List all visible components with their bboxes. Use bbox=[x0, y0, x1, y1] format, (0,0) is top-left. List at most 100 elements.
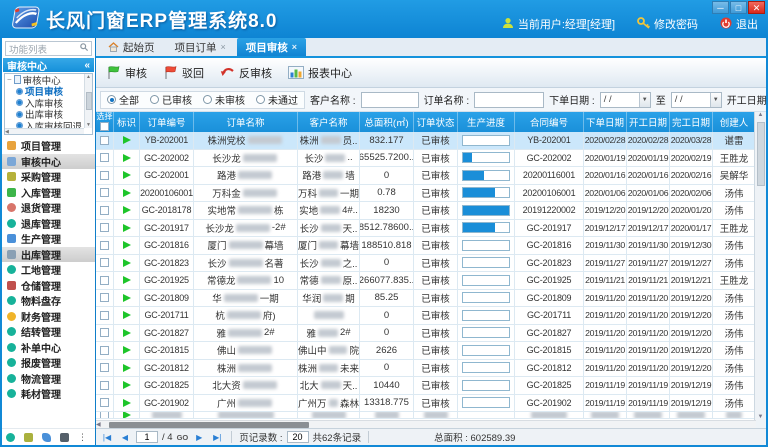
row-checkbox[interactable] bbox=[100, 328, 109, 337]
table-row[interactable]: GC-201815佛山佛山中院2626已审核GC-2018152019/11/2… bbox=[96, 342, 756, 360]
tab-项目审核[interactable]: 项目审核× bbox=[237, 38, 306, 56]
toolbar-button-chart[interactable]: 报表中心 bbox=[288, 65, 352, 81]
table-row[interactable]: GC-201823长沙名著长沙之..0已审核GC-2018232019/11/2… bbox=[96, 255, 756, 273]
page-size-input[interactable] bbox=[287, 431, 309, 443]
radio-icon[interactable] bbox=[203, 95, 212, 104]
scroll-left-icon[interactable]: ◀ bbox=[5, 129, 9, 135]
first-page-button[interactable]: |◀ bbox=[100, 431, 114, 444]
maximize-button[interactable]: □ bbox=[730, 1, 747, 14]
book-icon[interactable] bbox=[60, 433, 69, 442]
row-checkbox[interactable] bbox=[100, 311, 109, 320]
radio-icon[interactable] bbox=[150, 95, 159, 104]
table-row[interactable]: GC-201902广州广州万森林13318.775已审核GC-201902201… bbox=[96, 395, 756, 413]
sidebar-item-building[interactable]: 出库管理 bbox=[2, 247, 95, 263]
chevron-down-icon[interactable]: ▼ bbox=[710, 93, 721, 107]
sidebar-item-dot-teal[interactable]: 退库管理 bbox=[2, 216, 95, 232]
close-button[interactable]: ✕ bbox=[748, 1, 765, 14]
tree-scroll-thumb[interactable] bbox=[86, 92, 92, 110]
sidebar-item-dot-teal[interactable]: 工地管理 bbox=[2, 262, 95, 278]
table-row[interactable]: YB-202001株洲党校株洲员..832.177已审核YB-202001202… bbox=[96, 132, 756, 150]
table-row[interactable]: GC-201925常德龙10常德原..266077.835..已审核GC-201… bbox=[96, 272, 756, 290]
row-checkbox[interactable] bbox=[100, 241, 109, 250]
table-row[interactable]: GC-202002长沙龙长沙..65525.7200..已审核GC-202002… bbox=[96, 150, 756, 168]
sidebar-item-cart-green[interactable]: 入库管理 bbox=[2, 185, 95, 201]
grid-horizontal-scrollbar[interactable]: ◀ bbox=[96, 420, 756, 428]
status-radio-未通过[interactable]: 未通过 bbox=[256, 92, 298, 107]
row-checkbox[interactable] bbox=[100, 188, 109, 197]
table-row[interactable]: 20200106001万科金万科一期0.78已审核202001060012020… bbox=[96, 185, 756, 203]
table-row[interactable]: GC-201816厦门幕墙厦门幕墙188510.818已审核GC-2018162… bbox=[96, 237, 756, 255]
row-checkbox[interactable] bbox=[100, 153, 109, 162]
row-checkbox[interactable] bbox=[100, 171, 109, 180]
row-checkbox[interactable] bbox=[100, 363, 109, 372]
sidebar-item-dot-teal[interactable]: 耗材管理 bbox=[2, 386, 95, 402]
collapse-icon[interactable]: « bbox=[84, 60, 90, 71]
overflow-icon[interactable]: ⋮ bbox=[78, 433, 87, 442]
row-checkbox[interactable] bbox=[100, 381, 109, 390]
function-search-input[interactable]: 功能列表 bbox=[5, 41, 92, 56]
grid-hscroll-thumb[interactable] bbox=[109, 422, 309, 428]
table-row[interactable]: GC-201809华一期华润期85.25已审核GC-2018092019/11/… bbox=[96, 290, 756, 308]
select-all-checkbox[interactable] bbox=[100, 122, 109, 131]
tree-item[interactable]: 入库审核回退 bbox=[5, 120, 84, 128]
scroll-left-icon[interactable]: ◀ bbox=[96, 421, 101, 428]
table-row-partial[interactable] bbox=[96, 412, 756, 419]
grid-vscroll-thumb[interactable] bbox=[757, 122, 765, 186]
table-row[interactable]: GC-202001路港路港墙0已审核202001160012020/01/162… bbox=[96, 167, 756, 185]
order-date-from-input[interactable]: / /▼ bbox=[600, 92, 651, 108]
module-dot-icon[interactable] bbox=[6, 433, 15, 442]
row-checkbox[interactable] bbox=[100, 412, 109, 419]
tab-项目订单[interactable]: 项目订单× bbox=[166, 38, 235, 56]
radio-icon[interactable] bbox=[256, 95, 265, 104]
sidebar-item-cart-gray[interactable]: 采购管理 bbox=[2, 169, 95, 185]
sidebar-item-dot-teal[interactable]: 物流管理 bbox=[2, 371, 95, 387]
scroll-down-icon[interactable]: ▼ bbox=[758, 414, 764, 420]
row-checkbox[interactable] bbox=[100, 206, 109, 215]
row-checkbox[interactable] bbox=[100, 276, 109, 285]
table-row[interactable]: GC-201917长沙龙-2#长沙天..8512.78600..已审核GC-20… bbox=[96, 220, 756, 238]
prev-page-button[interactable]: ◀ bbox=[118, 431, 132, 444]
order-date-to-input[interactable]: / /▼ bbox=[671, 92, 722, 108]
grid-vertical-scrollbar[interactable]: ▲ ▼ bbox=[754, 112, 766, 420]
sidebar-item-dot-teal[interactable]: 报废管理 bbox=[2, 355, 95, 371]
sidebar-item-coin-yellow[interactable]: 财务管理 bbox=[2, 309, 95, 325]
sidebar-item-doc-blue[interactable]: 审核中心 bbox=[2, 154, 95, 170]
close-tab-icon[interactable]: × bbox=[292, 43, 297, 52]
row-checkbox[interactable] bbox=[100, 346, 109, 355]
radio-icon[interactable] bbox=[107, 95, 116, 104]
row-checkbox[interactable] bbox=[100, 223, 109, 232]
row-checkbox[interactable] bbox=[100, 136, 109, 145]
last-page-button[interactable]: ▶| bbox=[210, 431, 224, 444]
tree-vertical-scrollbar[interactable]: ▲ ▼ bbox=[84, 74, 92, 128]
row-checkbox[interactable] bbox=[100, 398, 109, 407]
page-number-input[interactable] bbox=[136, 431, 158, 443]
table-row[interactable]: GC-2018178实地常栋实地4#..18230已审核201912200022… bbox=[96, 202, 756, 220]
tab-起始页[interactable]: 起始页 bbox=[99, 38, 164, 56]
row-checkbox[interactable] bbox=[100, 293, 109, 302]
status-radio-全部[interactable]: 全部 bbox=[107, 92, 139, 107]
cart-icon[interactable] bbox=[24, 433, 33, 442]
logout-button[interactable]: 退出 bbox=[720, 16, 758, 32]
order-name-input[interactable] bbox=[474, 92, 544, 108]
sidebar-item-dot-red[interactable]: 退货管理 bbox=[2, 200, 95, 216]
sidebar-item-dot-teal[interactable]: 结转管理 bbox=[2, 324, 95, 340]
scroll-up-icon[interactable]: ▲ bbox=[86, 74, 91, 80]
close-tab-icon[interactable]: × bbox=[221, 43, 226, 52]
tree-collapse-icon[interactable]: − bbox=[7, 75, 12, 84]
sidebar-item-dot-teal[interactable]: 物料盘存 bbox=[2, 293, 95, 309]
next-page-button[interactable]: ▶ bbox=[192, 431, 206, 444]
sidebar-item-folder-orange[interactable]: 项目管理 bbox=[2, 138, 95, 154]
table-row[interactable]: GC-201711杭府)0已审核GC-2017112019/11/202019/… bbox=[96, 307, 756, 325]
sidebar-item-dot-teal[interactable]: 补单中心 bbox=[2, 340, 95, 356]
go-button[interactable]: GO bbox=[177, 433, 189, 442]
sidebar-panel-header[interactable]: 审核中心 « bbox=[3, 58, 94, 72]
table-row[interactable]: GC-201825北大资北大天..10440已审核GC-2018252019/1… bbox=[96, 377, 756, 395]
scroll-down-icon[interactable]: ▼ bbox=[86, 122, 91, 128]
toolbar-button-flag-red[interactable]: 驳回 bbox=[163, 65, 204, 81]
sidebar-item-gear-blue[interactable]: 生产管理 bbox=[2, 231, 95, 247]
minimize-button[interactable]: ─ bbox=[712, 1, 729, 14]
sidebar-item-home-red[interactable]: 仓储管理 bbox=[2, 278, 95, 294]
status-radio-已审核[interactable]: 已审核 bbox=[150, 92, 192, 107]
row-checkbox[interactable] bbox=[100, 258, 109, 267]
toolbar-button-arrow-red[interactable]: 反审核 bbox=[220, 65, 272, 81]
